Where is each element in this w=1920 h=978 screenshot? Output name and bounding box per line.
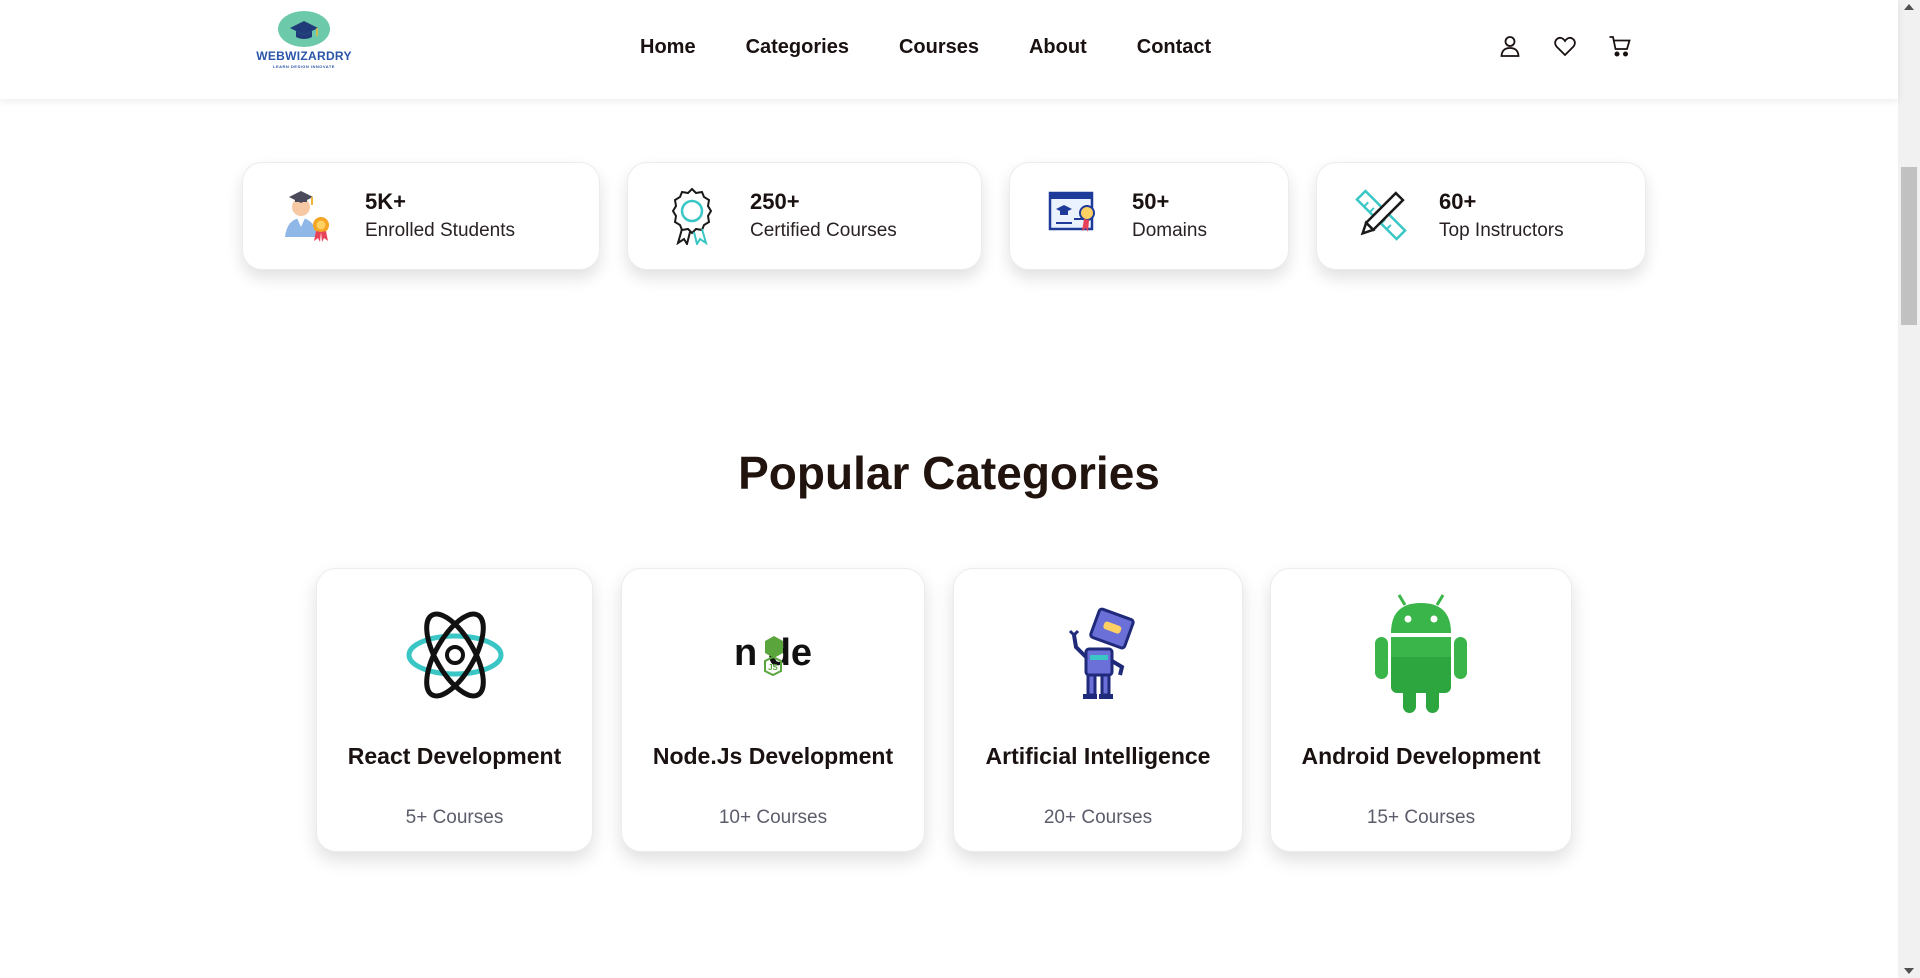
logo[interactable]: WEBWIZARDRY LEARN DESIGN INNOVATE — [248, 10, 360, 80]
category-card-react[interactable]: React Development 5+ Courses — [316, 568, 593, 852]
stat-value: 250+ — [750, 189, 800, 214]
svg-text:JS: JS — [768, 663, 778, 672]
category-count: 20+ Courses — [1043, 807, 1153, 828]
scroll-thumb[interactable] — [1901, 167, 1917, 325]
category-name: React Development — [347, 743, 562, 769]
stat-card-instructors: 60+ Top Instructors — [1316, 162, 1646, 270]
stat-value: 5K+ — [365, 189, 406, 214]
scroll-down-arrow-icon[interactable] — [1904, 968, 1914, 974]
stat-label: Enrolled Students — [365, 220, 515, 241]
section-title: Popular Categories — [738, 447, 1160, 499]
site-header: WEBWIZARDRY LEARN DESIGN INNOVATE Home C… — [0, 0, 1898, 99]
page-scrollbar[interactable] — [1898, 0, 1920, 978]
stat-label: Top Instructors — [1439, 220, 1564, 241]
main-nav: Home Categories Courses About Contact — [640, 36, 1211, 59]
stat-label: Domains — [1132, 220, 1207, 241]
scroll-up-arrow-icon[interactable] — [1904, 4, 1914, 10]
category-name: Android Development — [1301, 743, 1541, 769]
stat-value: 50+ — [1132, 189, 1170, 214]
category-name: Artificial Intelligence — [985, 743, 1211, 769]
nav-home[interactable]: Home — [640, 36, 696, 59]
nodejs-icon: n de JS — [734, 632, 812, 677]
brand-tagline: LEARN DESIGN INNOVATE — [273, 64, 335, 69]
nav-courses[interactable]: Courses — [899, 36, 979, 59]
certificate-badge-icon — [671, 187, 713, 245]
ruler-pencil-icon — [1355, 189, 1407, 241]
stat-label: Certified Courses — [750, 220, 897, 241]
android-icon — [1375, 594, 1467, 713]
category-card-ai[interactable]: Artificial Intelligence 20+ Courses — [953, 568, 1243, 852]
user-icon[interactable] — [1498, 34, 1522, 58]
stat-card-students: 5K+ Enrolled Students — [242, 162, 600, 270]
react-icon — [406, 611, 503, 699]
stat-value: 60+ — [1439, 189, 1477, 214]
stat-card-courses: 250+ Certified Courses — [627, 162, 982, 270]
nav-about[interactable]: About — [1029, 36, 1087, 59]
online-course-icon — [1048, 191, 1095, 232]
category-card-nodejs[interactable]: n de JS Node.Js Development 10+ Courses — [621, 568, 925, 852]
category-name: Node.Js Development — [652, 743, 894, 769]
category-count: 10+ Courses — [718, 807, 828, 828]
header-actions — [1498, 34, 1632, 58]
cart-icon[interactable] — [1608, 34, 1632, 58]
category-count: 5+ Courses — [405, 807, 504, 828]
graduate-student-icon — [285, 191, 329, 242]
heart-icon[interactable] — [1553, 34, 1577, 58]
category-card-android[interactable]: Android Development 15+ Courses — [1270, 568, 1572, 852]
category-count: 15+ Courses — [1366, 807, 1476, 828]
nav-contact[interactable]: Contact — [1137, 36, 1211, 59]
graduation-cap-logo-icon — [278, 11, 330, 47]
nav-categories[interactable]: Categories — [746, 36, 849, 59]
stat-card-domains: 50+ Domains — [1009, 162, 1289, 270]
robot-icon — [1068, 607, 1135, 699]
brand-name: WEBWIZARDRY — [256, 49, 352, 63]
